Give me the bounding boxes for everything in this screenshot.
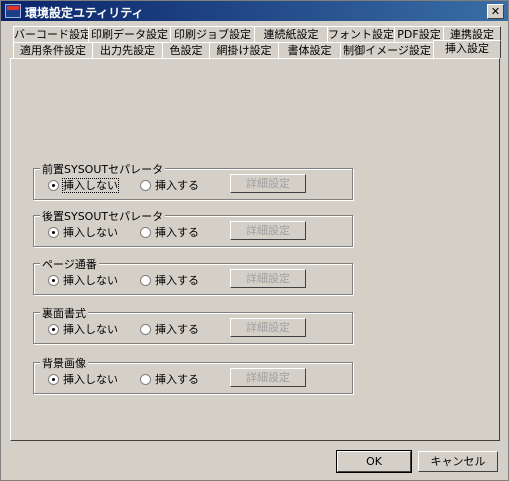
app-logo-icon (5, 4, 21, 18)
tab-print-data[interactable]: 印刷データ設定 (88, 26, 171, 42)
radio-no-insert[interactable]: 挿入しない (48, 177, 119, 193)
tab-shading[interactable]: 網掛け設定 (209, 42, 279, 58)
radio-checked-icon (48, 324, 59, 335)
group-post-sysout-separator: 後置SYSOUTセパレータ 挿入しない 挿入する 詳細設定 (33, 208, 353, 247)
group-title: 裏面書式 (40, 305, 88, 321)
radio-unchecked-icon (140, 275, 151, 286)
group-title: 背景画像 (40, 355, 88, 371)
radio-no-insert[interactable]: 挿入しない (48, 321, 118, 337)
radio-checked-icon (48, 374, 59, 385)
title-bar: 環境設定ユティリティ ✕ (1, 1, 508, 21)
tab-color[interactable]: 色設定 (162, 42, 210, 58)
group-back-side-format: 裏面書式 挿入しない 挿入する 詳細設定 (33, 305, 353, 344)
group-pre-sysout-separator: 前置SYSOUTセパレータ 挿入しない 挿入する 詳細設定 (33, 161, 353, 200)
ok-button[interactable]: OK (336, 450, 412, 473)
group-title: 後置SYSOUTセパレータ (40, 208, 166, 224)
radio-insert[interactable]: 挿入する (140, 272, 199, 288)
radio-no-insert[interactable]: 挿入しない (48, 371, 118, 387)
radio-unchecked-icon (140, 374, 151, 385)
group-page-numbering: ページ通番 挿入しない 挿入する 詳細設定 (33, 256, 353, 295)
group-background-image: 背景画像 挿入しない 挿入する 詳細設定 (33, 355, 353, 394)
detail-settings-button[interactable]: 詳細設定 (230, 269, 306, 288)
close-button[interactable]: ✕ (487, 4, 504, 19)
tab-font[interactable]: フォント設定 (327, 26, 395, 42)
radio-insert[interactable]: 挿入する (140, 177, 199, 193)
detail-settings-button[interactable]: 詳細設定 (230, 221, 306, 240)
radio-insert[interactable]: 挿入する (140, 224, 199, 240)
tab-barcode[interactable]: バーコード設定 (13, 26, 91, 42)
radio-insert[interactable]: 挿入する (140, 321, 199, 337)
tab-output-destination[interactable]: 出力先設定 (92, 42, 163, 58)
tab-typeface[interactable]: 書体設定 (278, 42, 341, 58)
radio-unchecked-icon (140, 227, 151, 238)
radio-no-insert[interactable]: 挿入しない (48, 272, 118, 288)
group-title: ページ通番 (40, 256, 99, 272)
radio-no-insert[interactable]: 挿入しない (48, 224, 118, 240)
tab-apply-conditions[interactable]: 適用条件設定 (13, 42, 93, 58)
detail-settings-button[interactable]: 詳細設定 (230, 174, 306, 193)
settings-dialog: 環境設定ユティリティ ✕ バーコード設定 印刷データ設定 印刷ジョブ設定 連続紙… (0, 0, 509, 481)
radio-unchecked-icon (140, 180, 151, 191)
window-title: 環境設定ユティリティ (25, 6, 144, 20)
tab-print-job[interactable]: 印刷ジョブ設定 (170, 26, 255, 42)
group-title: 前置SYSOUTセパレータ (40, 161, 166, 177)
radio-unchecked-icon (140, 324, 151, 335)
radio-checked-icon (48, 275, 59, 286)
tab-insert[interactable]: 挿入設定 (433, 40, 501, 58)
tab-control-image[interactable]: 制御イメージ設定 (340, 42, 434, 58)
radio-insert[interactable]: 挿入する (140, 371, 199, 387)
detail-settings-button[interactable]: 詳細設定 (230, 318, 306, 337)
tab-continuous-paper[interactable]: 連続紙設定 (254, 26, 328, 42)
detail-settings-button[interactable]: 詳細設定 (230, 368, 306, 387)
cancel-button[interactable]: キャンセル (418, 451, 498, 472)
radio-checked-icon (48, 227, 59, 238)
radio-checked-icon (48, 180, 59, 191)
